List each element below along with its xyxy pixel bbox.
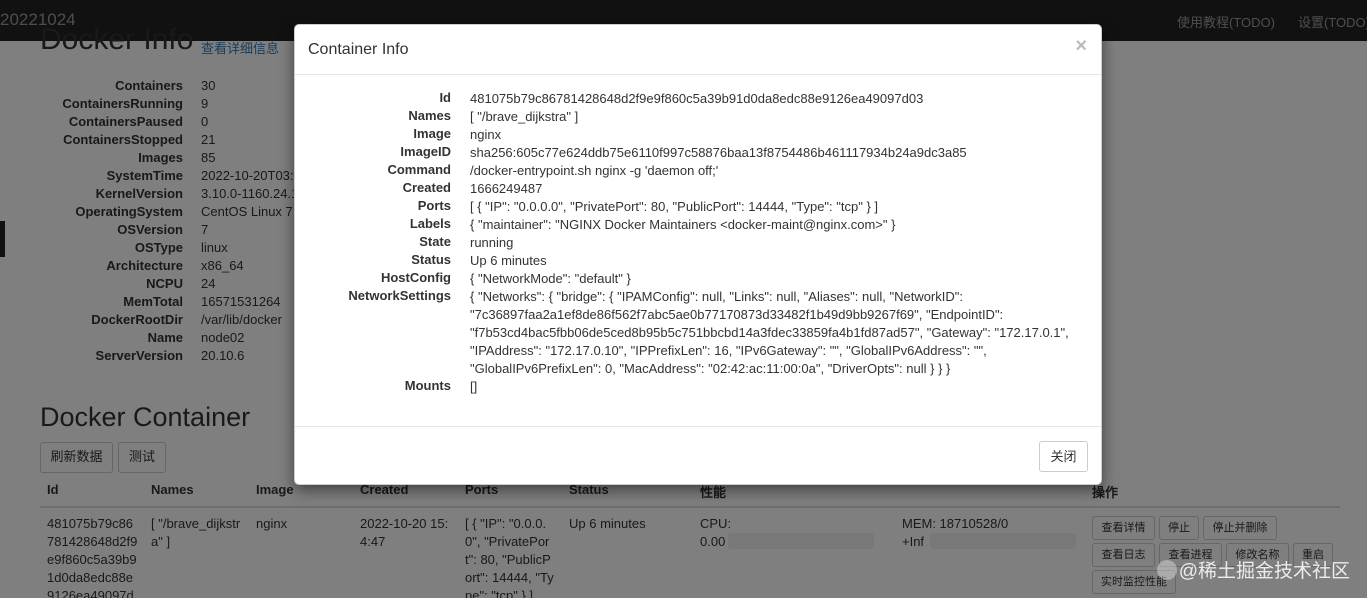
modal-info-key: Command bbox=[387, 162, 451, 177]
modal-info-key: Image bbox=[413, 126, 451, 141]
modal-info-key: HostConfig bbox=[380, 270, 451, 285]
close-button[interactable]: 关闭 bbox=[1039, 441, 1088, 472]
modal-body: Id 481075b79c86781428648d2f9e9f860c5a39b9… bbox=[295, 76, 1101, 426]
watermark-logo-icon bbox=[1156, 560, 1177, 580]
modal-info-key: ImageID bbox=[400, 144, 451, 159]
modal-info-key: State bbox=[419, 234, 451, 249]
modal-info-value: nginx bbox=[470, 127, 502, 142]
modal-info-key: Names bbox=[408, 108, 451, 123]
modal-info-key: Created bbox=[402, 180, 451, 195]
modal-info-key: Labels bbox=[409, 216, 451, 231]
modal-header: Container Info × bbox=[295, 25, 1101, 75]
modal-info-key: Status bbox=[411, 252, 451, 267]
modal-info-value: running bbox=[470, 235, 514, 250]
modal-info-key: Id bbox=[439, 90, 451, 105]
modal-info-value: { "NetworkMode": "default" } bbox=[470, 271, 631, 286]
modal-info-value: 481075b79c86781428648d2f9e9f860c5a39b91d… bbox=[470, 91, 924, 106]
modal-info-value: /docker-entrypoint.sh nginx -g 'daemon o… bbox=[470, 163, 719, 178]
modal-info-value: [ "/brave_dijkstra" ] bbox=[470, 109, 579, 124]
modal-info-value: [] bbox=[470, 379, 478, 394]
modal-info-value: 1666249487 bbox=[470, 181, 543, 196]
modal-info-value: Up 6 minutes bbox=[470, 253, 547, 268]
modal-info-value: { "maintainer": "NGINX Docker Maintainer… bbox=[470, 217, 896, 232]
modal-info-value: [ { "IP": "0.0.0.0", "PrivatePort": 80, … bbox=[470, 199, 879, 214]
modal-info-key: Mounts bbox=[404, 378, 451, 393]
modal-info-value: sha256:605c77e624ddb75e6110f997c58876baa… bbox=[470, 145, 967, 160]
modal-title: Container Info bbox=[308, 41, 409, 58]
modal-footer: 关闭 bbox=[295, 426, 1101, 484]
close-icon[interactable]: × bbox=[1075, 35, 1087, 58]
watermark-text: @稀土掘金技术社区 bbox=[1178, 561, 1350, 582]
modal-info-value: { "Networks": { "bridge": { "IPAMConfig"… bbox=[470, 289, 1069, 376]
modal-info-key: NetworkSettings bbox=[348, 288, 451, 303]
modal-info-key: Ports bbox=[417, 198, 451, 213]
container-info-modal: Container Info × Id 481075b79c86781428648… bbox=[294, 24, 1102, 485]
watermark: @稀土掘金技术社区 bbox=[1156, 556, 1350, 583]
